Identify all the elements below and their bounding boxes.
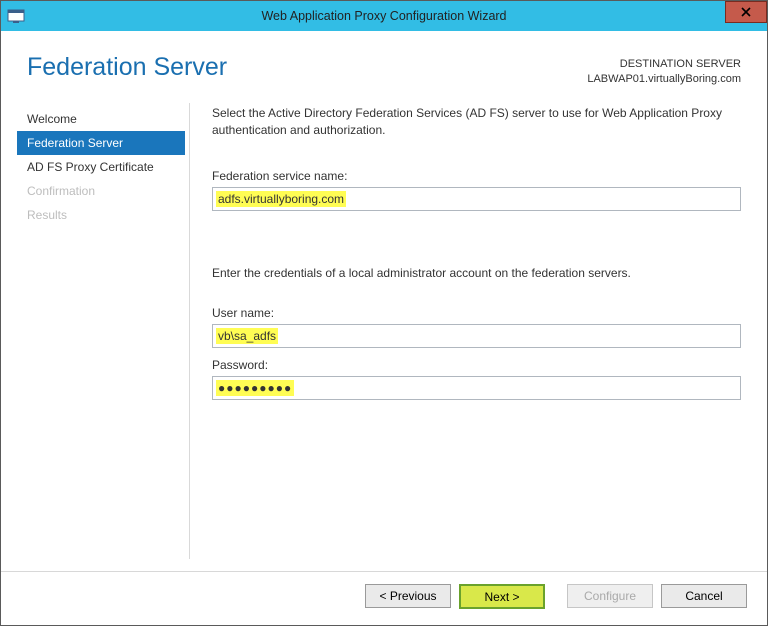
content-panel: Select the Active Directory Federation S…: [194, 99, 751, 571]
step-sidebar: Welcome Federation Server AD FS Proxy Ce…: [17, 99, 185, 571]
app-icon: [7, 7, 25, 25]
page-title: Federation Server: [27, 53, 227, 82]
footer: < Previous Next > Configure Cancel: [1, 571, 767, 625]
step-welcome[interactable]: Welcome: [17, 107, 185, 131]
destination-value: LABWAP01.virtuallyBoring.com: [587, 72, 741, 87]
step-confirmation: Confirmation: [17, 179, 185, 203]
titlebar: Web Application Proxy Configuration Wiza…: [1, 1, 767, 31]
window-title: Web Application Proxy Configuration Wiza…: [1, 9, 767, 23]
password-label: Password:: [212, 358, 741, 372]
federation-service-name-label: Federation service name:: [212, 169, 741, 183]
credentials-intro: Enter the credentials of a local adminis…: [212, 265, 741, 282]
destination-server: DESTINATION SERVER LABWAP01.virtuallyBor…: [587, 53, 741, 87]
step-results: Results: [17, 203, 185, 227]
previous-button[interactable]: < Previous: [365, 584, 451, 608]
federation-service-name-input[interactable]: [212, 187, 741, 211]
username-input[interactable]: [212, 324, 741, 348]
header: Federation Server DESTINATION SERVER LAB…: [1, 31, 767, 91]
body: Welcome Federation Server AD FS Proxy Ce…: [1, 91, 767, 571]
password-input[interactable]: [212, 376, 741, 400]
username-label: User name:: [212, 306, 741, 320]
configure-button: Configure: [567, 584, 653, 608]
wizard-window: Web Application Proxy Configuration Wiza…: [0, 0, 768, 626]
next-button[interactable]: Next >: [459, 584, 545, 609]
cancel-button[interactable]: Cancel: [661, 584, 747, 608]
step-adfs-proxy-certificate[interactable]: AD FS Proxy Certificate: [17, 155, 185, 179]
close-button[interactable]: [725, 1, 767, 23]
intro-text: Select the Active Directory Federation S…: [212, 105, 741, 140]
destination-label: DESTINATION SERVER: [587, 57, 741, 72]
step-federation-server[interactable]: Federation Server: [17, 131, 185, 155]
vertical-divider: [189, 103, 190, 559]
